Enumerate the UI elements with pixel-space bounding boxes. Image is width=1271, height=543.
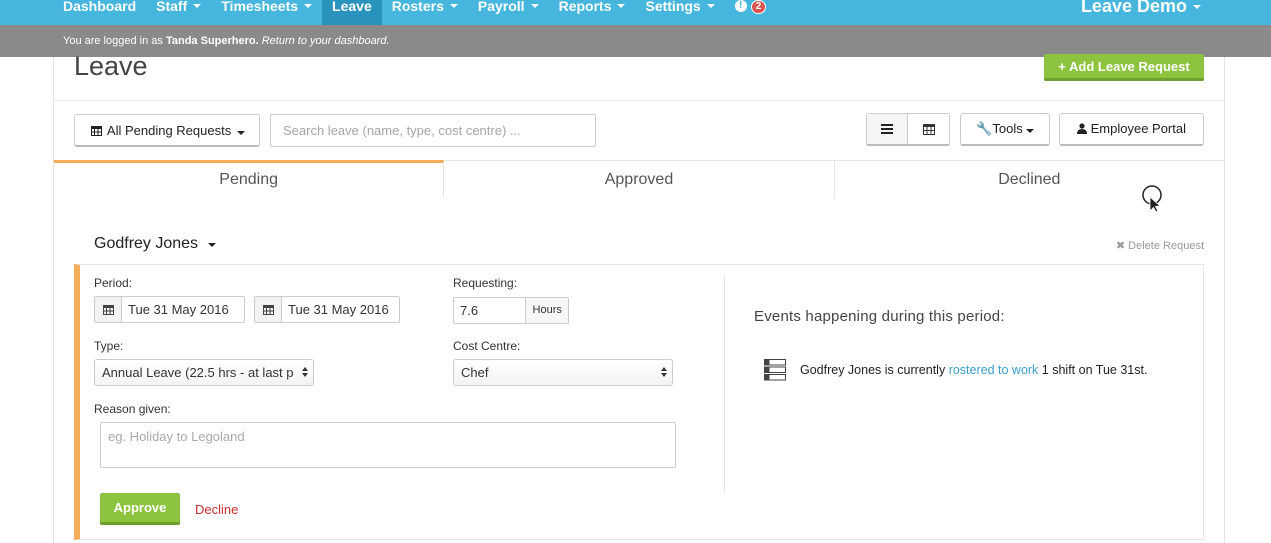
employee-name: Godfrey Jones <box>94 235 199 252</box>
leave-type-select[interactable]: Annual Leave (22.5 hrs - at last p <box>94 359 314 386</box>
nav-settings-label: Settings <box>645 0 701 14</box>
cost-centre-label: Cost Centre: <box>453 339 521 353</box>
list-icon <box>881 124 893 134</box>
account-menu[interactable]: Leave Demo <box>1080 0 1201 16</box>
employee-name-dropdown[interactable]: Godfrey Jones <box>94 235 217 253</box>
end-date-field[interactable]: Tue 31 May 2016 <box>254 296 400 323</box>
roster-list-icon <box>764 359 786 381</box>
caret-down-icon <box>208 243 217 247</box>
nav-timesheets-label: Timesheets <box>221 0 299 14</box>
caret-down-icon <box>706 4 715 8</box>
top-navbar: Dashboard Staff Timesheets Leave Rosters… <box>0 0 1271 25</box>
event-item: Godfrey Jones is currently rostered to w… <box>764 359 1147 381</box>
start-date-value: Tue 31 May 2016 <box>128 302 229 317</box>
brand-name: Leave Demo <box>1080 0 1187 16</box>
event-suffix: 1 shift on Tue 31st. <box>1041 363 1148 377</box>
select-arrows-icon <box>302 367 308 377</box>
calendar-icon <box>922 124 935 135</box>
plus-icon: + <box>1058 59 1066 74</box>
reason-label: Reason given: <box>94 402 171 416</box>
status-tabs: Pending Approved Declined <box>54 160 1224 198</box>
login-user: Tanda Superhero. <box>165 35 259 47</box>
mouse-cursor-icon <box>1142 185 1162 213</box>
delete-request-label: Delete Request <box>1128 240 1204 252</box>
tab-declined[interactable]: Declined <box>835 160 1224 198</box>
close-icon: ✖ <box>1115 240 1126 252</box>
add-leave-request-label: Add Leave Request <box>1069 59 1190 74</box>
nav-staff[interactable]: Staff <box>146 0 211 25</box>
nav-staff-label: Staff <box>156 0 188 14</box>
rostered-link[interactable]: rostered to work <box>949 363 1039 377</box>
nav-rosters-label: Rosters <box>391 0 444 14</box>
tools-label: Tools <box>992 121 1023 136</box>
nav-rosters[interactable]: Rosters <box>382 0 468 25</box>
user-icon <box>1076 123 1087 134</box>
logged-in-bar: You are logged in as Tanda Superhero. Re… <box>0 25 1271 57</box>
cost-centre-value: Chef <box>461 365 489 380</box>
filter-dropdown[interactable]: All Pending Requests <box>74 114 260 147</box>
nav-payroll[interactable]: Payroll <box>468 0 549 25</box>
end-date-value: Tue 31 May 2016 <box>288 302 389 317</box>
vertical-divider <box>724 275 725 493</box>
return-dashboard-link[interactable]: Return to your dashboard. <box>262 35 390 47</box>
caret-down-icon <box>304 4 313 8</box>
decline-link[interactable]: Decline <box>195 502 238 517</box>
nav-dashboard[interactable]: Dashboard <box>0 0 146 25</box>
hours-value: 7.6 <box>454 298 527 323</box>
login-prefix: You are logged in as <box>63 35 163 47</box>
page-title: Leave <box>74 51 148 81</box>
leave-panel: Leave + Add Leave Request All Pending Re… <box>53 51 1225 543</box>
employee-portal-button[interactable]: Employee Portal <box>1059 113 1204 146</box>
caret-down-icon <box>449 4 458 8</box>
nav-payroll-label: Payroll <box>477 0 525 14</box>
select-arrows-icon <box>661 367 667 377</box>
nav-timesheets[interactable]: Timesheets <box>211 0 322 25</box>
approve-button[interactable]: Approve <box>100 493 180 525</box>
employee-portal-label: Employee Portal <box>1090 121 1186 136</box>
caret-down-icon <box>530 4 539 8</box>
start-date-field[interactable]: Tue 31 May 2016 <box>94 296 245 323</box>
filter-label: All Pending Requests <box>106 123 232 138</box>
leave-request-card: Period: Tue 31 May 2016 Tue 31 May 2016 … <box>74 264 1204 540</box>
type-label: Type: <box>94 339 124 353</box>
leave-type-value: Annual Leave (22.5 hrs - at last p <box>102 365 294 380</box>
nav-settings[interactable]: Settings <box>635 0 724 25</box>
list-view-button[interactable] <box>867 114 908 144</box>
tools-dropdown[interactable]: 🔧Tools <box>960 113 1050 146</box>
hours-unit: Hours <box>526 298 568 323</box>
calendar-icon <box>91 126 102 136</box>
requesting-label: Requesting: <box>453 276 518 290</box>
exclamation-icon: ! <box>734 0 747 12</box>
divider <box>54 100 1224 101</box>
view-toggle <box>866 113 950 146</box>
calendar-icon <box>255 297 282 322</box>
nav-alerts[interactable]: ! 2 <box>725 0 777 25</box>
nav-leave-label: Leave <box>332 0 372 14</box>
wrench-icon: 🔧 <box>976 121 993 136</box>
add-leave-request-button[interactable]: + Add Leave Request <box>1044 54 1204 81</box>
nav-reports[interactable]: Reports <box>549 0 636 25</box>
nav-reports-label: Reports <box>558 0 612 14</box>
cost-centre-select[interactable]: Chef <box>453 359 673 386</box>
caret-down-icon <box>617 4 626 8</box>
reason-textarea[interactable]: eg. Holiday to Legoland <box>100 422 676 468</box>
period-label: Period: <box>94 276 133 290</box>
calendar-view-button[interactable] <box>908 114 949 144</box>
nav-leave[interactable]: Leave <box>322 0 382 25</box>
nav-dashboard-label: Dashboard <box>63 0 137 14</box>
caret-down-icon <box>193 4 202 8</box>
tab-approved[interactable]: Approved <box>444 160 835 198</box>
caret-down-icon <box>1193 5 1201 9</box>
calendar-icon <box>95 297 122 322</box>
caret-down-icon <box>237 131 246 135</box>
hours-field[interactable]: 7.6 Hours <box>453 297 569 324</box>
search-input[interactable] <box>270 114 596 147</box>
alert-count-badge: 2 <box>750 0 767 14</box>
delete-request-link[interactable]: ✖ Delete Request <box>1116 239 1204 252</box>
caret-down-icon <box>1025 129 1034 133</box>
events-title: Events happening during this period: <box>754 308 1005 325</box>
event-prefix: Godfrey Jones is currently <box>800 363 946 377</box>
tab-pending[interactable]: Pending <box>54 160 445 198</box>
